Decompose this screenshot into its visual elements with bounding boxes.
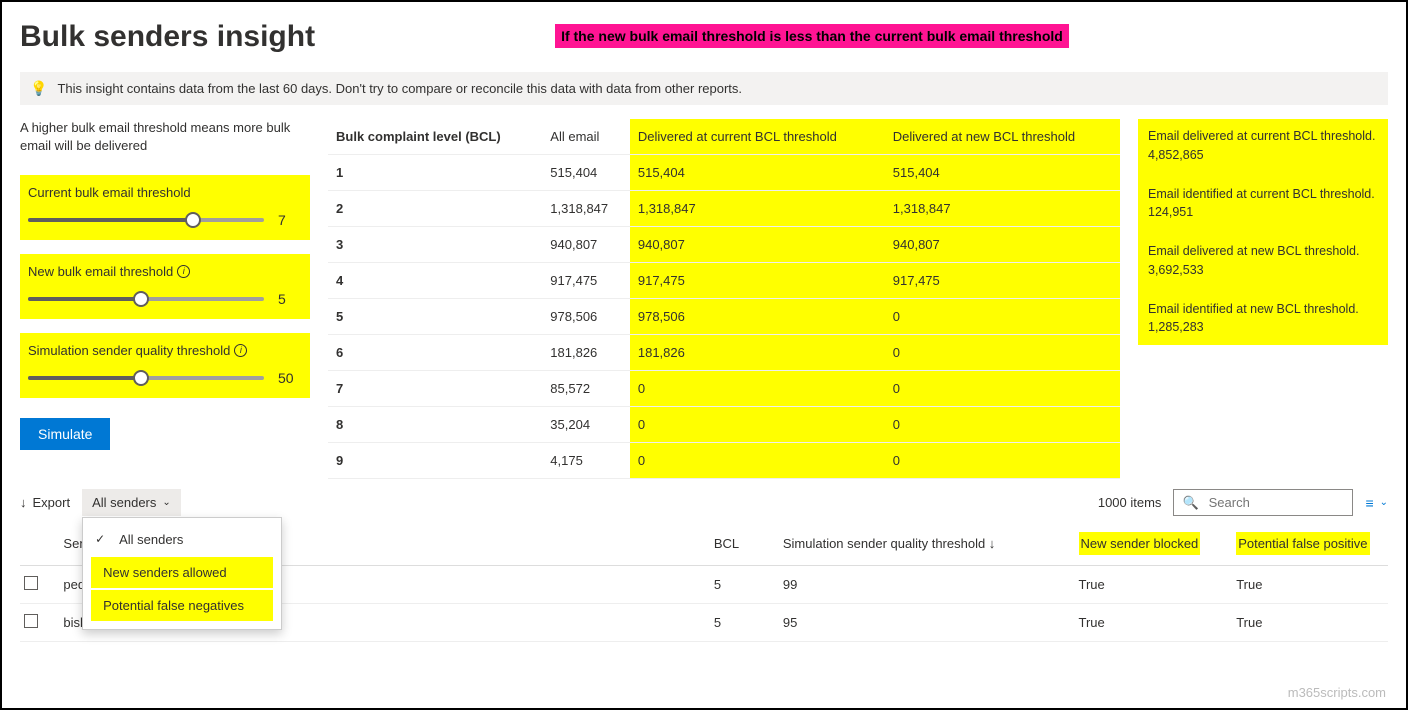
sim-quality-value: 50: [278, 370, 302, 386]
search-icon: 🔍: [1182, 495, 1198, 511]
col-bcl[interactable]: BCL: [714, 536, 783, 551]
table-row: 3940,807940,807940,807: [328, 227, 1120, 263]
sim-quality-label: Simulation sender quality threshold: [28, 343, 230, 358]
filter-option-new-allowed[interactable]: New senders allowed: [91, 557, 273, 588]
item-count: 1000 items: [1098, 495, 1162, 510]
info-bar: 💡 This insight contains data from the la…: [20, 72, 1388, 105]
chevron-down-icon[interactable]: ⌄: [1380, 497, 1388, 508]
cell-false-positive: True: [1236, 615, 1384, 630]
table-row: 1515,404515,404515,404: [328, 155, 1120, 191]
new-threshold-value: 5: [278, 291, 302, 307]
filter-option-all[interactable]: All senders: [83, 524, 281, 555]
table-row: 6181,826181,8260: [328, 335, 1120, 371]
col-new-blocked[interactable]: New sender blocked: [1079, 532, 1201, 555]
new-threshold-block: New bulk email threshold i 5: [20, 254, 310, 319]
current-threshold-slider[interactable]: [28, 218, 264, 222]
cell-false-positive: True: [1236, 577, 1384, 592]
info-icon[interactable]: i: [234, 344, 247, 357]
table-row: 94,17500: [328, 443, 1120, 479]
summary-stat: Email delivered at current BCL threshold…: [1148, 127, 1378, 165]
new-threshold-slider[interactable]: [28, 297, 264, 301]
sender-filter-selected: All senders: [92, 495, 156, 510]
table-row: 5978,506978,5060: [328, 299, 1120, 335]
table-row: 4917,475917,475917,475: [328, 263, 1120, 299]
lightbulb-icon: 💡: [30, 80, 47, 97]
search-input[interactable]: [1207, 494, 1345, 511]
sender-filter-dropdown[interactable]: All senders ⌄ All senders New senders al…: [82, 489, 181, 516]
download-icon: ↓: [20, 495, 27, 510]
current-threshold-value: 7: [278, 212, 302, 228]
cell-sim: 99: [783, 577, 1079, 592]
bcl-table: Bulk complaint level (BCL) All email Del…: [328, 119, 1120, 479]
current-threshold-block: Current bulk email threshold 7: [20, 175, 310, 240]
sim-quality-block: Simulation sender quality threshold i 50: [20, 333, 310, 398]
cell-bcl: 5: [714, 577, 783, 592]
cell-sim: 95: [783, 615, 1079, 630]
filter-option-false-neg[interactable]: Potential false negatives: [91, 590, 273, 621]
info-bar-text: This insight contains data from the last…: [57, 81, 742, 96]
col-sim-quality[interactable]: Simulation sender quality threshold ↓: [783, 536, 1079, 551]
bcl-col-current[interactable]: Delivered at current BCL threshold: [630, 119, 885, 155]
cell-bcl: 5: [714, 615, 783, 630]
bcl-col-level[interactable]: Bulk complaint level (BCL): [328, 119, 542, 155]
col-false-positive[interactable]: Potential false positive: [1236, 532, 1369, 555]
threshold-description: A higher bulk email threshold means more…: [20, 119, 310, 155]
info-icon[interactable]: i: [177, 265, 190, 278]
row-checkbox[interactable]: [24, 614, 38, 628]
search-box[interactable]: 🔍: [1173, 489, 1353, 516]
sim-quality-slider[interactable]: [28, 376, 264, 380]
table-row: 785,57200: [328, 371, 1120, 407]
bcl-col-all[interactable]: All email: [542, 119, 630, 155]
current-threshold-label: Current bulk email threshold: [28, 185, 191, 200]
table-row: 835,20400: [328, 407, 1120, 443]
summary-stat: Email identified at new BCL threshold.1,…: [1148, 300, 1378, 338]
summary-stat: Email identified at current BCL threshol…: [1148, 185, 1378, 223]
list-view-icon[interactable]: ≡: [1365, 495, 1373, 511]
table-row: 21,318,8471,318,8471,318,847: [328, 191, 1120, 227]
page-title: Bulk senders insight: [20, 20, 315, 54]
bcl-col-new[interactable]: Delivered at new BCL threshold: [885, 119, 1120, 155]
scenario-banner: If the new bulk email threshold is less …: [555, 24, 1069, 48]
simulate-button[interactable]: Simulate: [20, 418, 110, 450]
export-button[interactable]: ↓ Export: [20, 495, 70, 510]
cell-new-blocked: True: [1079, 615, 1237, 630]
summary-panel: Email delivered at current BCL threshold…: [1138, 119, 1388, 345]
export-label: Export: [33, 495, 71, 510]
sender-filter-menu: All senders New senders allowed Potentia…: [82, 517, 282, 630]
cell-new-blocked: True: [1079, 577, 1237, 592]
chevron-down-icon: ⌄: [162, 497, 170, 508]
new-threshold-label: New bulk email threshold: [28, 264, 173, 279]
summary-stat: Email delivered at new BCL threshold.3,6…: [1148, 242, 1378, 280]
row-checkbox[interactable]: [24, 576, 38, 590]
watermark: m365scripts.com: [1288, 685, 1386, 700]
